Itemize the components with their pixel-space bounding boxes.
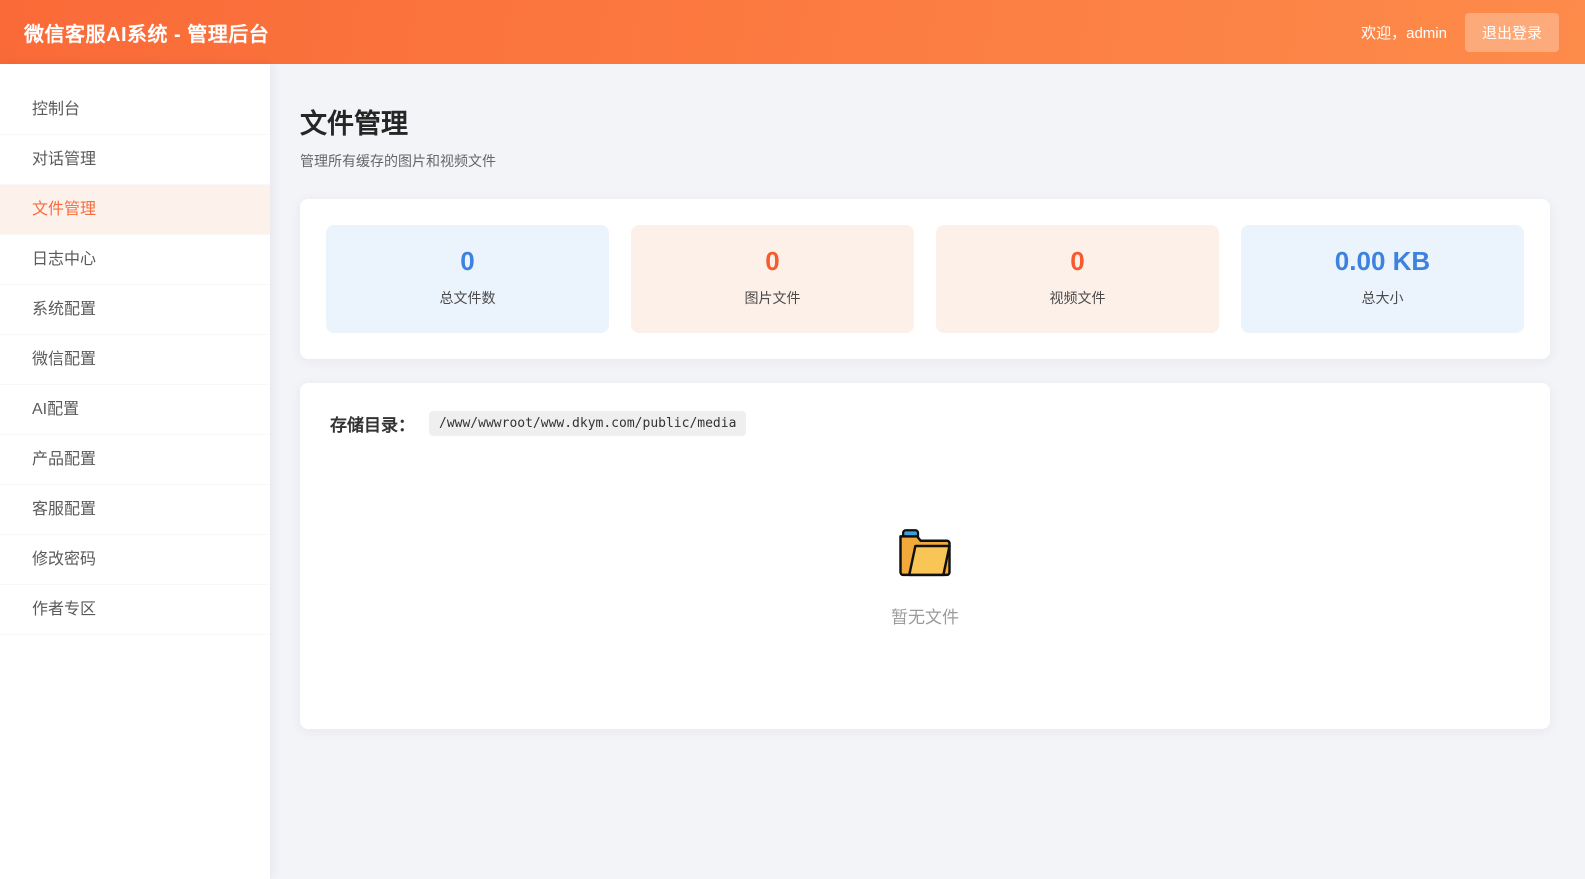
sidebar-item-product-config[interactable]: 产品配置	[0, 435, 270, 485]
stat-total-size: 0.00 KB 总大小	[1241, 225, 1524, 333]
open-folder-icon	[897, 528, 953, 578]
stat-total-files-label: 总文件数	[439, 290, 496, 306]
logout-button[interactable]: 退出登录	[1464, 12, 1559, 52]
main-content: 文件管理 管理所有缓存的图片和视频文件 0 总文件数 0 图片文件 0 视频文件…	[270, 64, 1585, 879]
welcome-text: 欢迎，admin	[1361, 24, 1447, 42]
sidebar-item-author-zone[interactable]: 作者专区	[0, 585, 270, 635]
files-card: 存储目录： /www/wwwroot/www.dkym.com/public/m…	[300, 383, 1550, 729]
page-layout: 控制台 对话管理 文件管理 日志中心 系统配置 微信配置 AI配置 产品配置 客…	[0, 64, 1585, 879]
sidebar-item-system-config[interactable]: 系统配置	[0, 285, 270, 335]
stat-image-files-label: 图片文件	[744, 290, 801, 306]
storage-directory-row: 存储目录： /www/wwwroot/www.dkym.com/public/m…	[330, 411, 1520, 436]
stat-total-files-value: 0	[460, 246, 475, 276]
sidebar-item-files[interactable]: 文件管理	[0, 185, 270, 235]
sidebar-item-dashboard[interactable]: 控制台	[0, 85, 270, 135]
storage-directory-label: 存储目录：	[330, 416, 415, 435]
page-title: 文件管理	[300, 109, 408, 139]
app-header: 微信客服AI系统 - 管理后台 欢迎，admin 退出登录	[0, 0, 1585, 64]
empty-state: 暂无文件	[330, 436, 1520, 628]
stat-video-files: 0 视频文件	[936, 225, 1219, 333]
sidebar-item-service-config[interactable]: 客服配置	[0, 485, 270, 535]
stat-total-size-label: 总大小	[1361, 290, 1404, 306]
page-subtitle: 管理所有缓存的图片和视频文件	[300, 153, 496, 169]
empty-state-text: 暂无文件	[891, 608, 959, 627]
stat-total-size-value: 0.00 KB	[1334, 246, 1431, 276]
stat-video-files-label: 视频文件	[1049, 290, 1106, 306]
stat-image-files: 0 图片文件	[631, 225, 914, 333]
storage-directory-path: /www/wwwroot/www.dkym.com/public/media	[429, 411, 747, 436]
header-right: 欢迎，admin 退出登录	[1361, 12, 1559, 52]
stat-total-files: 0 总文件数	[326, 225, 609, 333]
sidebar-item-wechat-config[interactable]: 微信配置	[0, 335, 270, 385]
sidebar-item-logs[interactable]: 日志中心	[0, 235, 270, 285]
sidebar-item-ai-config[interactable]: AI配置	[0, 385, 270, 435]
app-title: 微信客服AI系统 - 管理后台	[24, 23, 270, 46]
sidebar: 控制台 对话管理 文件管理 日志中心 系统配置 微信配置 AI配置 产品配置 客…	[0, 64, 270, 879]
stat-image-files-value: 0	[765, 246, 780, 276]
sidebar-item-change-password[interactable]: 修改密码	[0, 535, 270, 585]
stat-video-files-value: 0	[1070, 246, 1085, 276]
stats-card: 0 总文件数 0 图片文件 0 视频文件 0.00 KB 总大小	[300, 199, 1550, 359]
sidebar-item-conversations[interactable]: 对话管理	[0, 135, 270, 185]
